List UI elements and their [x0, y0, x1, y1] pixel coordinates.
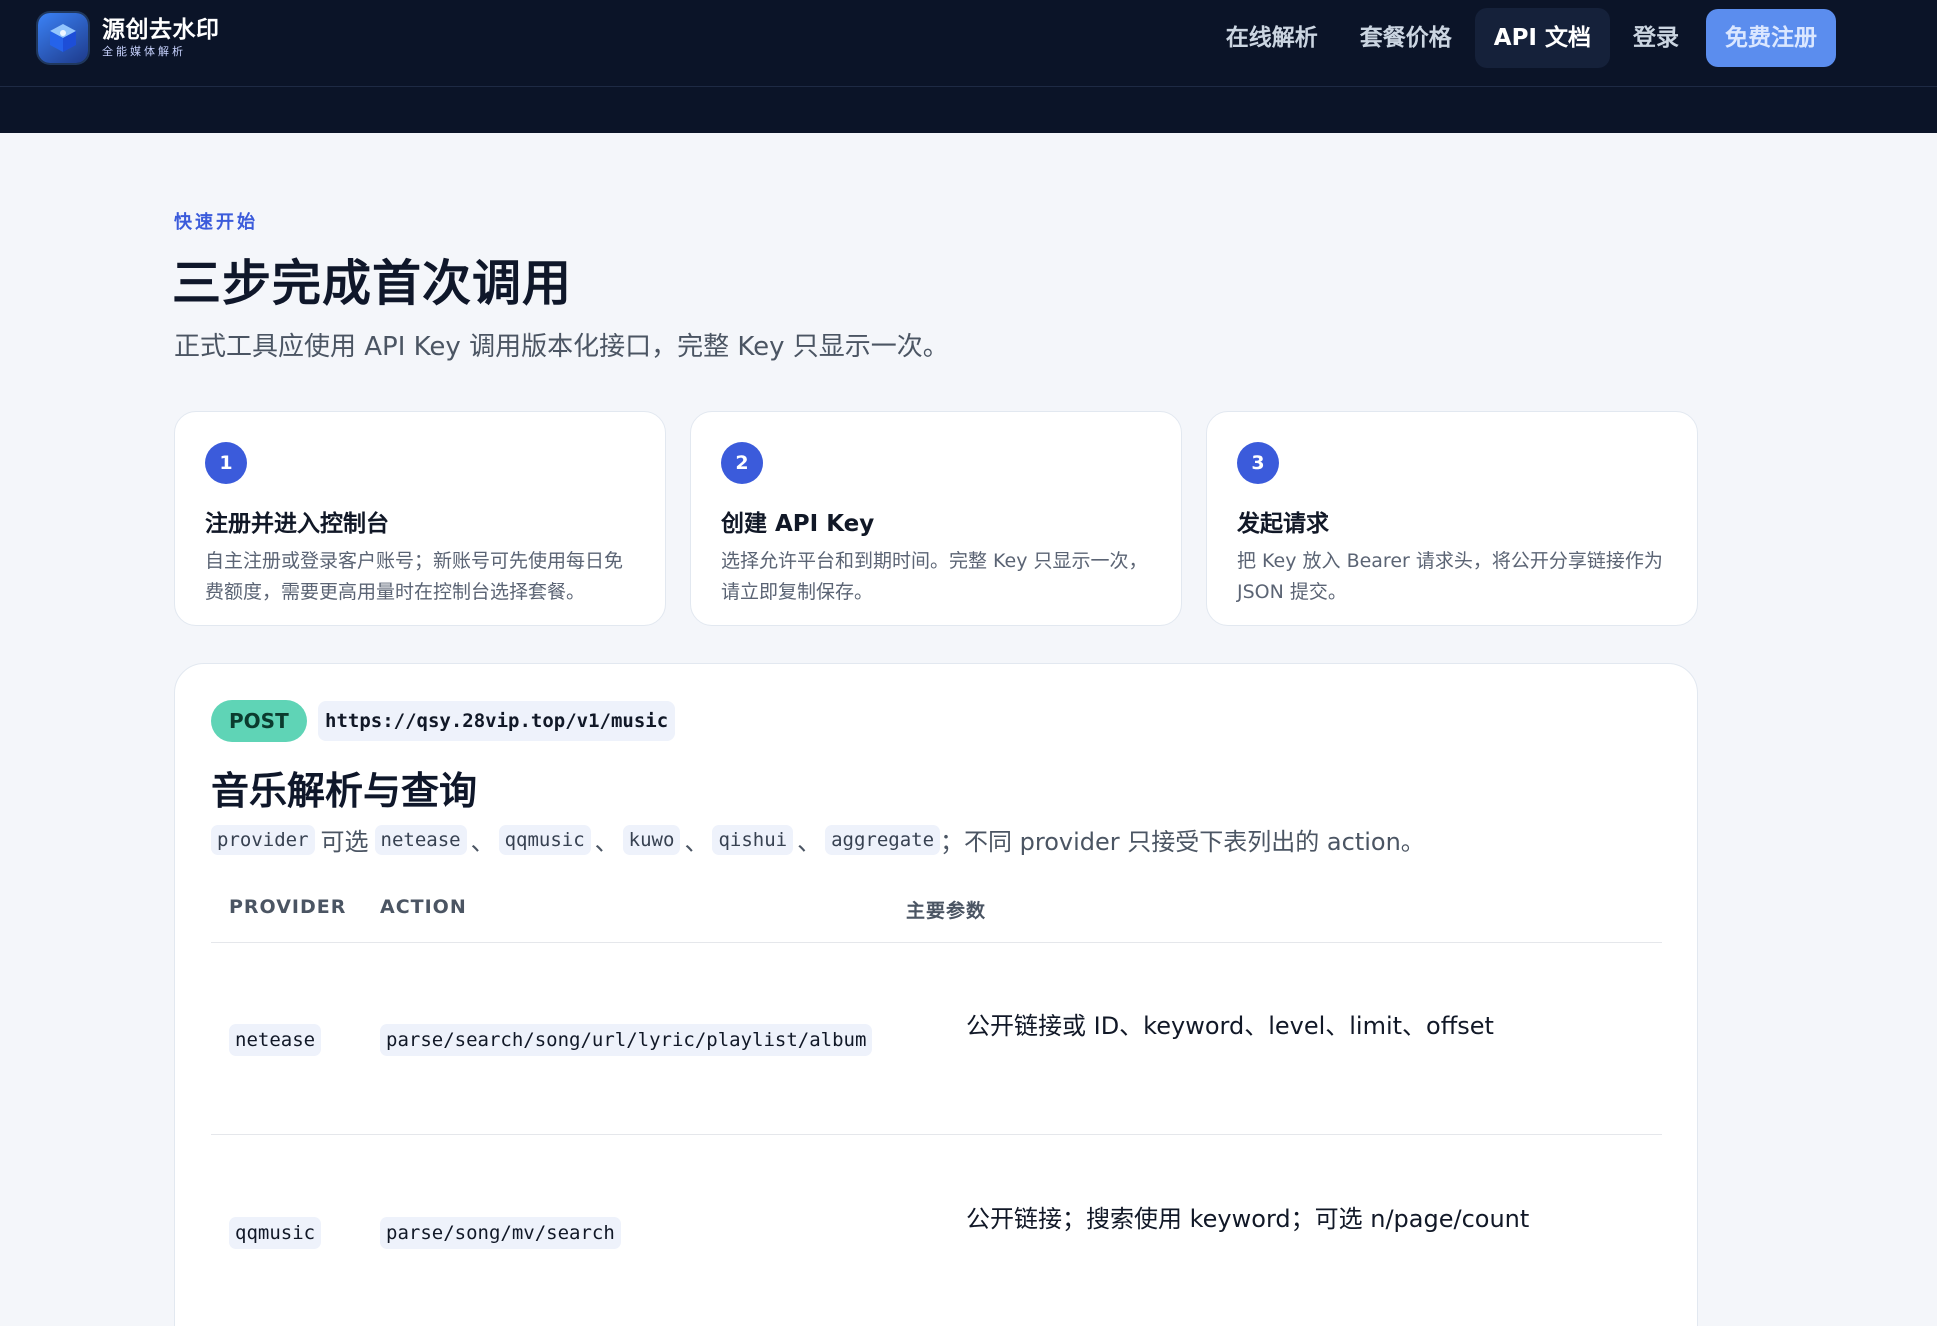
top-navigation-bar: 源创去水印 全能媒体解析 在线解析 套餐价格 API 文档 登录 免费注册 — [0, 0, 1937, 133]
step-number-badge: 1 — [205, 442, 247, 484]
params-cell: 公开链接或 ID、keyword、level、limit、offset — [966, 1012, 1494, 1040]
step-title: 发起请求 — [1237, 511, 1329, 537]
action-cell: parse/search/song/url/lyric/playlist/alb… — [380, 1024, 873, 1056]
provider-option-code: kuwo — [622, 824, 681, 855]
provider-param-code: provider — [211, 824, 315, 855]
optional-label: 可选 — [320, 828, 369, 856]
header-divider — [0, 86, 1937, 87]
endpoint-url[interactable]: https://qsy.28vip.top/v1/music — [318, 701, 676, 741]
page-lead: 正式工具应使用 API Key 调用版本化接口，完整 Key 只显示一次。 — [174, 332, 949, 362]
cube-logo-icon — [38, 13, 88, 63]
step-title: 创建 API Key — [721, 511, 875, 537]
table-divider — [211, 1134, 1662, 1135]
nav-api-docs[interactable]: API 文档 — [1474, 8, 1610, 68]
list-separator: 、 — [797, 828, 822, 856]
brand-home-link[interactable]: 源创去水印 全能媒体解析 — [38, 13, 220, 63]
nav-login[interactable]: 登录 — [1614, 8, 1698, 68]
provider-option-code: qishui — [712, 824, 794, 855]
description-suffix: ；不同 provider 只接受下表列出的 action。 — [940, 828, 1425, 856]
step-description: 把 Key 放入 Bearer 请求头，将公开分享链接作为 JSON 提交。 — [1237, 550, 1663, 603]
endpoint-title: 音乐解析与查询 — [211, 769, 478, 813]
provider-cell: qqmusic — [229, 1217, 322, 1249]
nav-pricing[interactable]: 套餐价格 — [1341, 8, 1471, 68]
step-number-badge: 2 — [721, 442, 763, 484]
params-cell: 公开链接；搜索使用 keyword；可选 n/page/count — [966, 1205, 1530, 1233]
step-card-1: 1 注册并进入控制台 自主注册或登录客户账号；新账号可先使用每日免费额度，需要更… — [174, 411, 666, 626]
list-separator: 、 — [684, 828, 709, 856]
main-nav: 在线解析 套餐价格 API 文档 登录 免费注册 — [1203, 8, 1836, 68]
page-title: 三步完成首次调用 — [172, 255, 573, 312]
table-header-provider: PROVIDER — [229, 896, 347, 918]
provider-cell: netease — [229, 1024, 322, 1056]
step-number-badge: 3 — [1237, 442, 1279, 484]
brand-name: 源创去水印 — [102, 17, 220, 43]
register-button[interactable]: 免费注册 — [1706, 9, 1836, 67]
endpoint-description: provider 可选 netease 、 qqmusic 、 kuwo 、 q… — [211, 822, 1425, 857]
provider-option-code: qqmusic — [498, 824, 591, 855]
table-header-action: ACTION — [380, 896, 467, 918]
provider-option-code: aggregate — [825, 824, 941, 855]
step-description: 选择允许平台和到期时间。完整 Key 只显示一次，请立即复制保存。 — [721, 550, 1148, 603]
list-separator: 、 — [594, 828, 619, 856]
step-card-2: 2 创建 API Key 选择允许平台和到期时间。完整 Key 只显示一次，请立… — [690, 411, 1182, 626]
step-card-3: 3 发起请求 把 Key 放入 Bearer 请求头，将公开分享链接作为 JSO… — [1206, 411, 1698, 626]
step-title: 注册并进入控制台 — [205, 511, 389, 537]
table-header-params: 主要参数 — [906, 900, 987, 922]
api-endpoint-panel: POST https://qsy.28vip.top/v1/music 音乐解析… — [174, 663, 1698, 1326]
section-eyebrow: 快速开始 — [174, 212, 258, 233]
action-cell: parse/song/mv/search — [380, 1217, 621, 1249]
list-separator: 、 — [470, 828, 495, 856]
http-method-badge: POST — [211, 700, 307, 742]
provider-option-code: netease — [374, 824, 467, 855]
brand-tagline: 全能媒体解析 — [102, 45, 186, 58]
step-description: 自主注册或登录客户账号；新账号可先使用每日免费额度，需要更高用量时在控制台选择套… — [205, 550, 624, 603]
table-divider — [211, 942, 1662, 943]
nav-online-parse[interactable]: 在线解析 — [1207, 8, 1337, 68]
